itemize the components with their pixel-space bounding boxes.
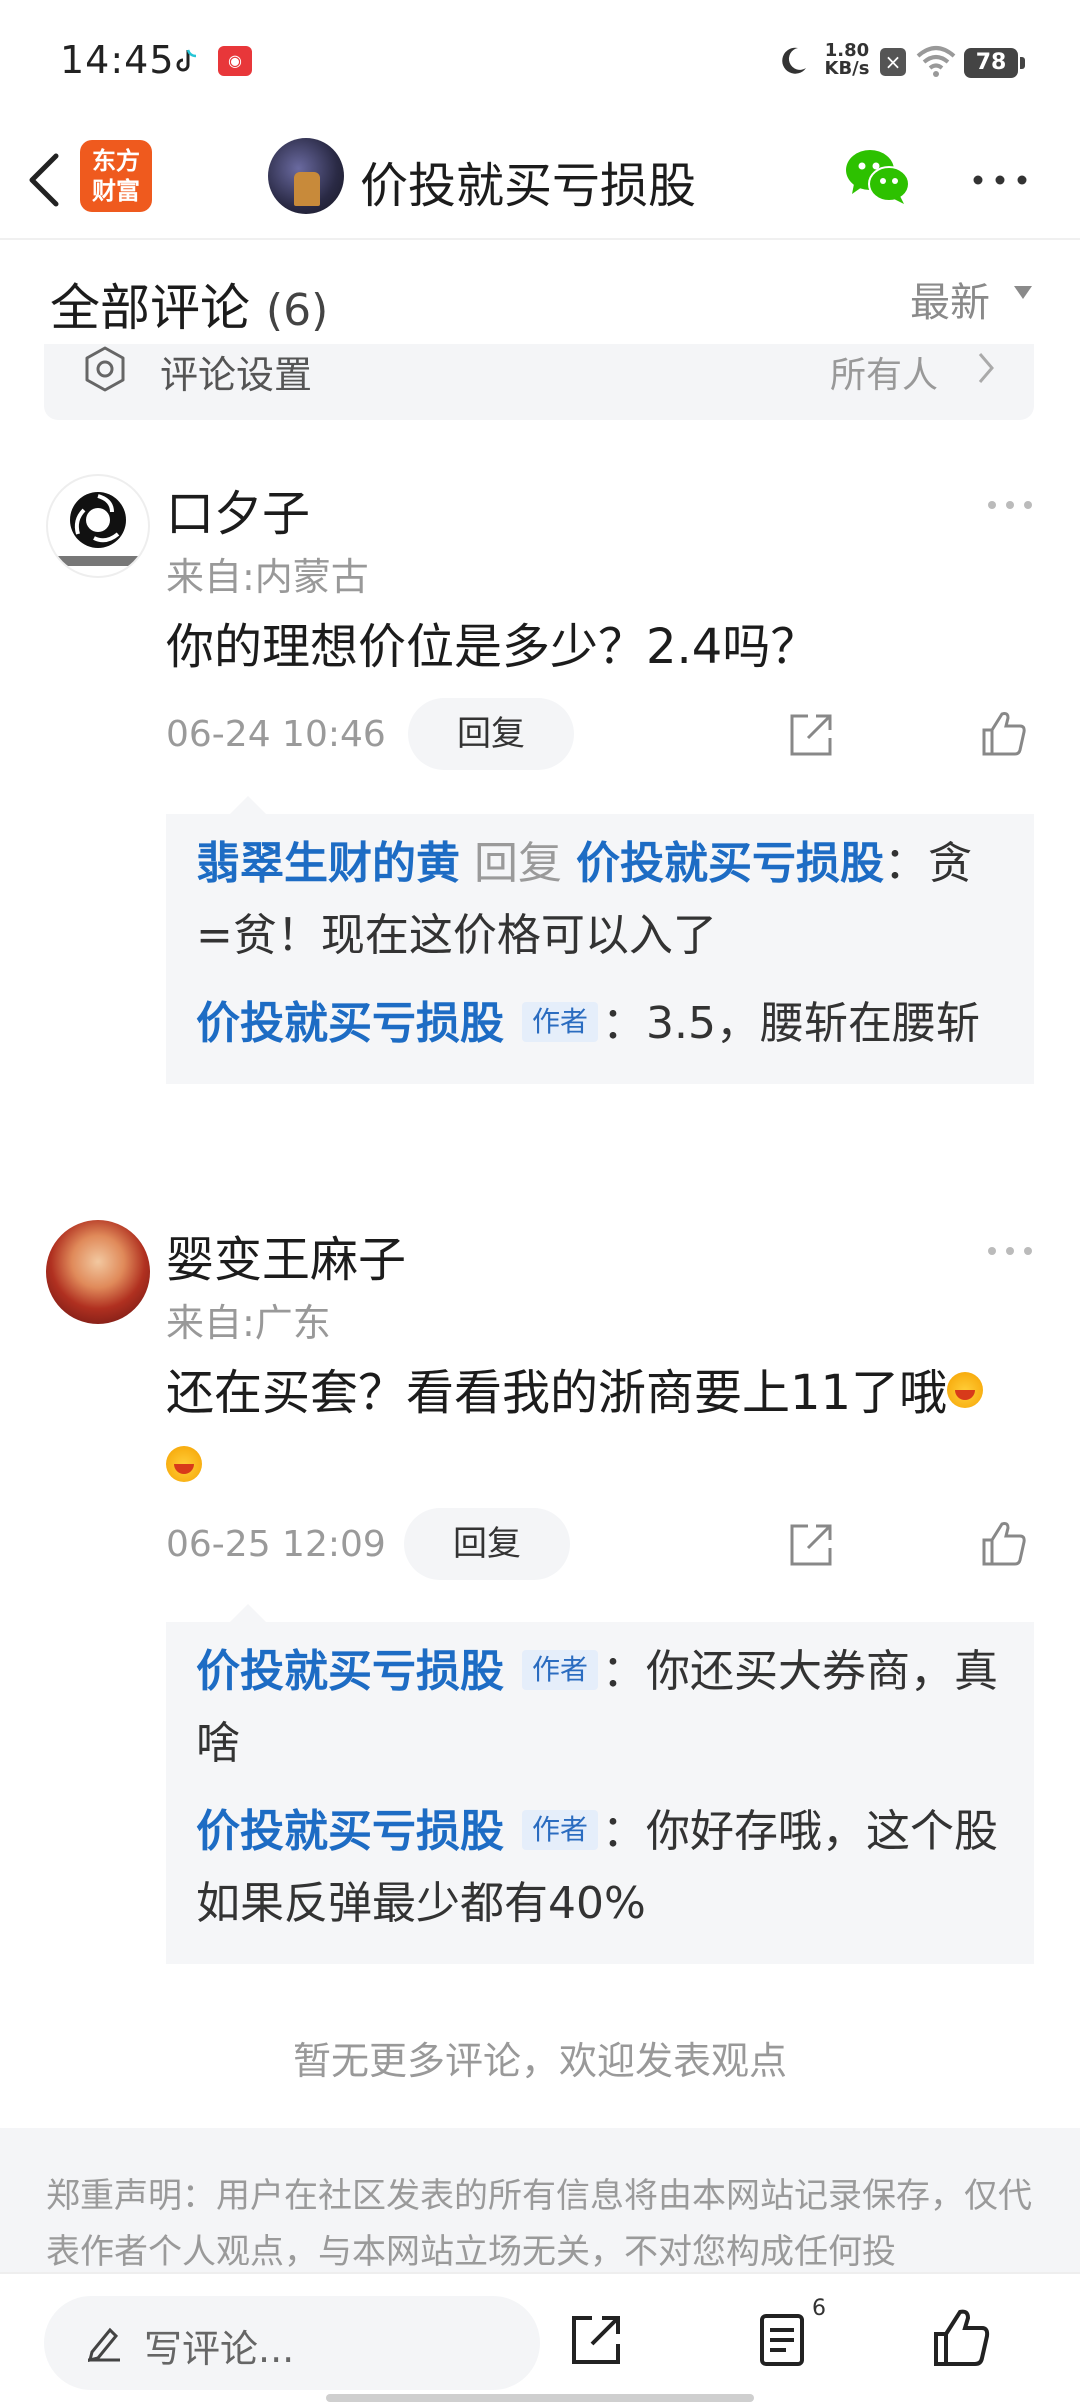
comment-more-icon[interactable] (986, 1244, 1034, 1258)
app-notification-icon: ◉ (218, 46, 252, 76)
page-title: 价投就买亏损股 (360, 158, 697, 214)
reply-item[interactable]: 价投就买亏损股 作者 ：你还买大券商，真啥 (196, 1636, 1004, 1780)
author-avatar[interactable] (268, 138, 344, 214)
gear-icon (85, 346, 125, 392)
share-icon[interactable] (786, 710, 836, 760)
laughing-emoji-icon (166, 1446, 202, 1482)
app-logo[interactable]: 东方 财富 (80, 140, 152, 212)
comment-time: 06-24 10:46 (166, 714, 386, 755)
write-comment-placeholder: 写评论... (144, 2327, 295, 2371)
reply-item[interactable]: 价投就买亏损股 作者 ：你好存哦，这个股如果反弹最少都有40% (196, 1796, 1004, 1940)
reply-target[interactable]: 价投就买亏损股 (576, 838, 884, 889)
wechat-icon[interactable] (844, 148, 910, 206)
battery-icon: 78 (964, 48, 1025, 78)
author-badge: 作者 (522, 1650, 599, 1690)
status-bar: 14:45 ◉ 1.80 KB/s × 78 (0, 0, 1080, 124)
reply-button[interactable]: 回复 (408, 698, 574, 770)
thumbs-up-icon[interactable] (978, 1518, 1028, 1568)
home-indicator[interactable] (326, 2394, 754, 2402)
user-avatar[interactable] (46, 1220, 150, 1324)
bottom-action-bar: 写评论... 6 (0, 2272, 1080, 2408)
laughing-emoji-icon (947, 1372, 984, 1408)
tomoe-logo-icon (48, 492, 148, 566)
disclaimer-text: 郑重声明：用户在社区发表的所有信息将由本网站记录保存，仅代表作者个人观点，与本网… (46, 2176, 1032, 2272)
tiktok-icon (176, 49, 197, 72)
reply-item[interactable]: 价投就买亏损股 作者 ：3.5，腰斩在腰斩 (196, 988, 1004, 1060)
reply-username[interactable]: 价投就买亏损股 (196, 1806, 504, 1857)
sort-selector[interactable]: 最新 (910, 270, 990, 328)
more-options-icon[interactable] (970, 170, 1030, 190)
user-location: 来自:内蒙古 (166, 555, 369, 599)
comment-text: 还在买套？看看我的浙商要上11了哦 (166, 1356, 1046, 1504)
pen-icon (87, 2327, 120, 2362)
comments-count: (6) (265, 285, 329, 336)
comment-item: 口夕子 来自:内蒙古 你的理想价位是多少？2.4吗？ 06-24 10:46 回… (0, 460, 1080, 1160)
comments-header: 全部评论 (6) 最新 (0, 240, 1080, 350)
username[interactable]: 口夕子 (166, 474, 310, 544)
user-location: 来自:广东 (166, 1301, 331, 1345)
reply-button[interactable]: 回复 (404, 1508, 570, 1580)
reply-text: ：3.5，腰斩在腰斩 (602, 998, 980, 1049)
network-speed: 1.80 KB/s (824, 40, 870, 79)
back-arrow-icon[interactable] (20, 148, 70, 212)
moon-icon (782, 47, 806, 74)
comment-item: 婴变王麻子 来自:广东 还在买套？看看我的浙商要上11了哦 06-25 12:0… (0, 1206, 1080, 1976)
comment-settings-bar[interactable]: 评论设置 所有人 (44, 344, 1034, 420)
share-icon[interactable] (566, 2310, 626, 2370)
reply-item[interactable]: 翡翠生财的黄 回复 价投就买亏损股：贪=贫！现在这价格可以入了 (196, 828, 1004, 972)
reply-box: 翡翠生财的黄 回复 价投就买亏损股：贪=贫！现在这价格可以入了 价投就买亏损股 … (166, 796, 1034, 1084)
comment-more-icon[interactable] (986, 498, 1034, 512)
thumbs-up-icon[interactable] (978, 708, 1028, 758)
comments-title: 全部评论 (6) (50, 279, 329, 337)
reply-username[interactable]: 翡翠生财的黄 (196, 838, 460, 889)
comment-text: 你的理想价位是多少？2.4吗？ (166, 619, 819, 675)
reply-box: 价投就买亏损股 作者 ：你还买大券商，真啥 价投就买亏损股 作者 ：你好存哦，这个股… (166, 1604, 1034, 1964)
settings-value: 所有人 (830, 355, 939, 396)
no-more-comments: 暂无更多评论，欢迎发表观点 (292, 2039, 787, 2083)
write-comment-input[interactable]: 写评论... (44, 2296, 540, 2390)
author-badge: 作者 (522, 1002, 599, 1042)
caret-down-icon[interactable] (1014, 286, 1032, 299)
reply-username[interactable]: 价投就买亏损股 (196, 998, 504, 1049)
reply-verb: 回复 (474, 838, 562, 889)
reply-username[interactable]: 价投就买亏损股 (196, 1646, 504, 1697)
settings-label: 评论设置 (160, 353, 313, 397)
no-sim-icon: × (880, 48, 906, 76)
wifi-icon (916, 46, 956, 77)
disclaimer-area: 郑重声明：用户在社区发表的所有信息将由本网站记录保存，仅代表作者个人观点，与本网… (0, 2128, 1080, 2278)
user-avatar[interactable] (46, 474, 150, 578)
status-time: 14:45 (60, 38, 175, 82)
comment-list-icon[interactable] (756, 2310, 812, 2370)
share-icon[interactable] (786, 1520, 836, 1570)
thumbs-up-icon[interactable] (930, 2306, 992, 2368)
author-badge: 作者 (522, 1810, 599, 1850)
comment-count-badge: 6 (812, 2296, 826, 2321)
app-header: 东方 财富 价投就买亏损股 (0, 124, 1080, 240)
chevron-right-icon (978, 353, 994, 383)
username[interactable]: 婴变王麻子 (166, 1220, 406, 1290)
comment-time: 06-25 12:09 (166, 1524, 386, 1565)
